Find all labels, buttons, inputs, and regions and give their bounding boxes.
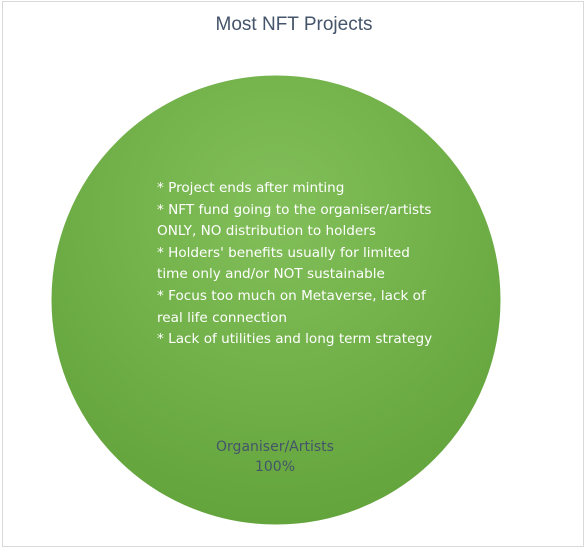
annotation-line: * NFT fund going to the organiser/artist… — [157, 201, 432, 218]
annotation-line: * Focus too much on Metaverse, lack of — [157, 287, 426, 304]
data-label-category: Organiser/Artists — [216, 439, 334, 455]
annotation-line: * Project ends after minting — [157, 180, 345, 196]
annotation-line: ONLY, NO distribution to holders — [157, 223, 376, 240]
data-label-percent: 100% — [254, 459, 296, 475]
pie-annotation: * Project ends after minting * NFT fund g… — [157, 178, 457, 351]
annotation-line: time only and/or NOT sustainable — [157, 266, 385, 283]
annotation-line: * Lack of utilities and long term strate… — [157, 331, 433, 348]
annotation-line: real life connection — [157, 309, 288, 326]
annotation-line: * Holders' benefits usually for limited — [157, 244, 410, 261]
